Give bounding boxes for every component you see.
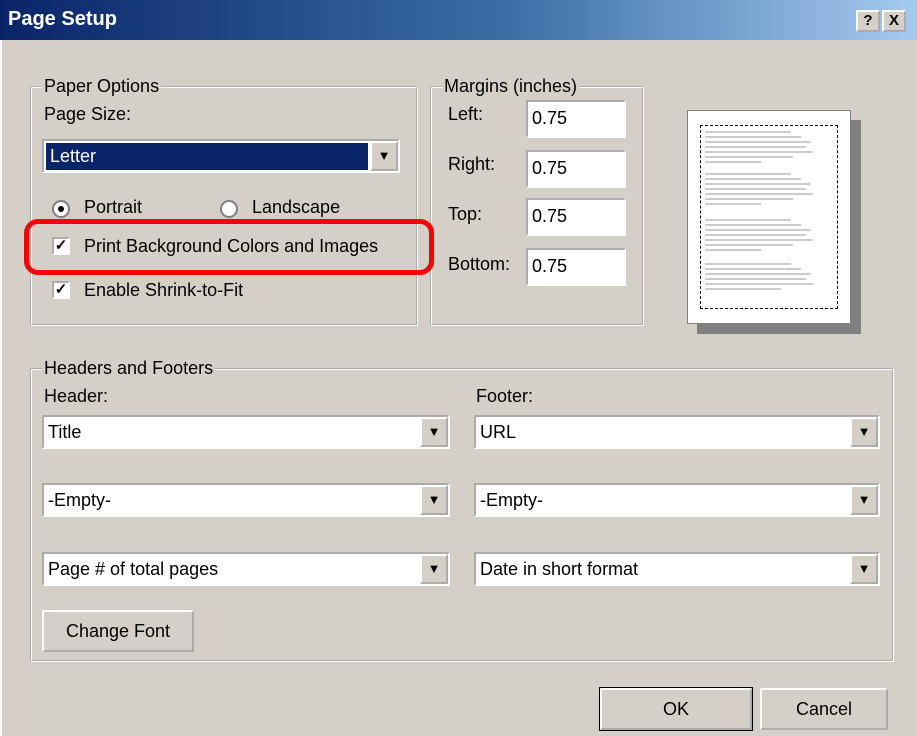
window-title: Page Setup: [8, 8, 117, 30]
paper-options-legend: Paper Options: [44, 76, 160, 96]
margins-legend: Margins (inches): [444, 76, 578, 96]
header-label: Header:: [44, 386, 109, 406]
left-margin-input[interactable]: 0.75: [526, 100, 626, 138]
right-margin-label: Right:: [448, 154, 496, 174]
footer-select-3-value: Date in short format: [480, 559, 639, 579]
page-size-select[interactable]: Letter ▼: [42, 139, 400, 173]
left-margin-label: Left:: [448, 104, 484, 124]
cancel-button[interactable]: Cancel: [760, 688, 888, 730]
page-size-label: Page Size:: [44, 104, 132, 124]
close-button[interactable]: X: [882, 10, 906, 32]
portrait-label: Portrait: [84, 197, 143, 217]
footer-label: Footer:: [476, 386, 534, 406]
footer-select-3[interactable]: Date in short format ▼: [474, 552, 880, 586]
footer-select-1[interactable]: URL ▼: [474, 415, 880, 449]
header-select-3-value: Page # of total pages: [48, 559, 219, 579]
chevron-down-icon[interactable]: ▼: [420, 554, 448, 584]
chevron-down-icon[interactable]: ▼: [370, 141, 398, 171]
ok-button[interactable]: OK: [599, 687, 753, 731]
shrink-to-fit-label: Enable Shrink-to-Fit: [84, 280, 244, 300]
preview-margin-outline: [700, 125, 838, 309]
preview-text-lines: [705, 131, 813, 290]
header-select-3[interactable]: Page # of total pages ▼: [42, 552, 450, 586]
bottom-margin-label: Bottom:: [448, 254, 511, 274]
chevron-down-icon[interactable]: ▼: [420, 485, 448, 515]
chevron-down-icon[interactable]: ▼: [850, 485, 878, 515]
headers-footers-legend: Headers and Footers: [44, 358, 214, 378]
landscape-label: Landscape: [252, 197, 341, 217]
page-size-value: Letter: [46, 143, 368, 170]
title-bar: Page Setup ? X: [0, 0, 917, 40]
change-font-button[interactable]: Change Font: [42, 610, 194, 652]
shrink-to-fit-checkbox[interactable]: ✓: [52, 281, 70, 299]
bottom-margin-input[interactable]: 0.75: [526, 248, 626, 286]
landscape-radio[interactable]: [220, 200, 238, 218]
page-preview: [687, 110, 851, 324]
header-select-2-value: -Empty-: [48, 490, 111, 510]
footer-select-2[interactable]: -Empty- ▼: [474, 483, 880, 517]
top-margin-input[interactable]: 0.75: [526, 198, 626, 236]
chevron-down-icon[interactable]: ▼: [850, 417, 878, 447]
footer-select-1-value: URL: [480, 422, 517, 442]
footer-select-2-value: -Empty-: [480, 490, 543, 510]
chevron-down-icon[interactable]: ▼: [420, 417, 448, 447]
header-select-1-value: Title: [48, 422, 82, 442]
header-select-2[interactable]: -Empty- ▼: [42, 483, 450, 517]
top-margin-label: Top:: [448, 204, 483, 224]
annotation-highlight: [24, 219, 434, 275]
header-select-1[interactable]: Title ▼: [42, 415, 450, 449]
context-help-button[interactable]: ?: [856, 10, 880, 32]
chevron-down-icon[interactable]: ▼: [850, 554, 878, 584]
dialog-body: Paper Options Page Size: Letter ▼ Portra…: [0, 40, 917, 736]
right-margin-input[interactable]: 0.75: [526, 150, 626, 188]
portrait-radio[interactable]: [52, 200, 70, 218]
